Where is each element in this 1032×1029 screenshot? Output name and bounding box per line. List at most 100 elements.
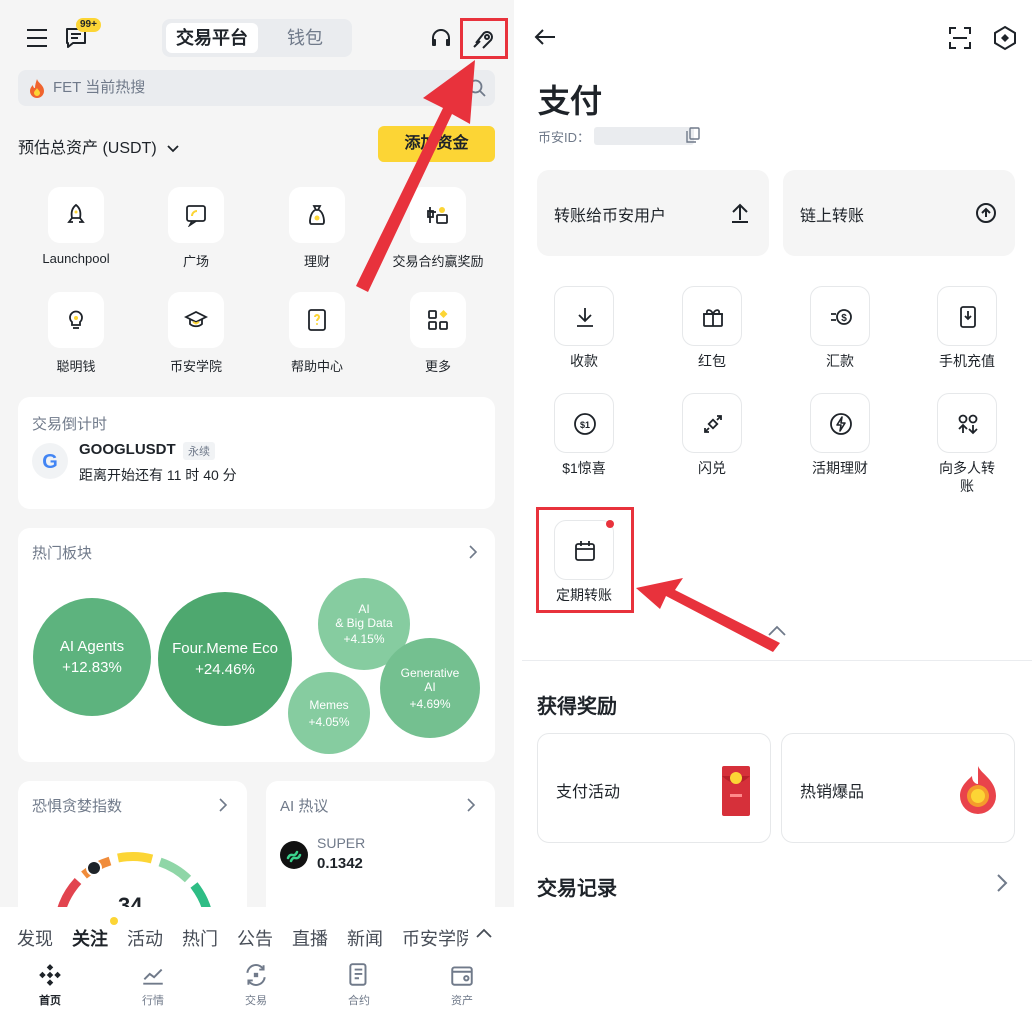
hot-products-card[interactable]: 热销爆品 [781,733,1015,843]
headset-icon[interactable] [430,27,452,49]
more-grid-icon [426,308,450,332]
quick-action-label: 帮助中心 [290,359,343,374]
perpetual-tag: 永续 [183,442,215,460]
copy-icon[interactable] [686,127,700,143]
pay-action-label: 活期理财 [812,460,868,476]
nav-item[interactable]: 合约 [329,962,389,1008]
pay-action-2[interactable] [682,286,742,346]
feed-tab[interactable]: 关注 [72,925,108,951]
pay-action-4[interactable] [937,286,997,346]
nav-label: 合约 [348,995,370,1007]
quick-action-4[interactable] [410,187,466,243]
feed-tab[interactable]: 公告 [237,925,273,951]
pay-action-8[interactable] [937,393,997,453]
pay-action-label: 闪兑 [698,460,726,476]
feed-tab[interactable]: 直播 [292,925,328,951]
hot-sectors-card[interactable]: 热门板块 AI Agents +12.83% Four.Meme Eco +24… [18,528,495,762]
sector-bubble-memes[interactable]: Memes +4.05% [288,672,370,754]
quick-action-1[interactable] [48,187,104,243]
new-dot [606,520,614,528]
following-dot [110,917,118,925]
sector-name-line2: AI [424,679,436,694]
quick-action-label: 币安学院 [169,359,222,374]
pay-action-1[interactable] [554,286,614,346]
platform-tabs: 交易平台 钱包 [162,19,352,57]
wallet-icon [449,962,475,988]
scan-icon[interactable] [948,26,972,50]
left-screen: 99+ 交易平台 钱包 FET 当前热搜 预估总资产 (USDT) 添加资金 L… [0,0,514,1029]
sector-bubble-four-meme[interactable]: Four.Meme Eco +24.46% [158,592,292,726]
quick-action-3[interactable] [289,187,345,243]
transfer-to-user-button[interactable]: 转账给币安用户 [537,170,769,256]
ai-hot-title: AI 热议 [280,798,329,815]
download-icon [573,305,597,329]
chevron-right-icon[interactable] [468,545,478,559]
quick-action-2[interactable] [168,187,224,243]
feed-tab[interactable]: 活动 [127,925,163,951]
sector-change: +4.15% [343,632,385,646]
transfer-to-user-label: 转账给币安用户 [554,208,667,225]
estimated-assets-dropdown[interactable]: 预估总资产 (USDT) [18,134,179,158]
chevron-right-icon[interactable] [996,874,1008,892]
nav-label: 首页 [39,995,61,1007]
fire-coin-icon [958,764,998,814]
remit-icon: $ [829,305,853,329]
quick-action-8[interactable] [410,292,466,348]
sector-change: +4.05% [308,714,350,729]
tab-exchange[interactable]: 交易平台 [166,23,258,53]
feed-tab[interactable]: 币安学院 [402,925,468,951]
pay-action-5[interactable]: $1 [554,393,614,453]
search-icon[interactable] [468,79,486,97]
pay-action-label: $1惊喜 [562,460,606,476]
pay-campaign-card[interactable]: 支付活动 [537,733,771,843]
search-bar[interactable]: FET 当前热搜 [18,70,495,106]
chevron-right-icon[interactable] [218,798,228,812]
nav-item[interactable]: 资产 [432,962,492,1008]
hot-products-label: 热销爆品 [800,784,865,801]
tab-wallet[interactable]: 钱包 [270,23,340,53]
chevron-up-icon[interactable] [476,925,492,938]
binance-pay-icon[interactable] [992,25,1018,51]
section-divider [522,660,1032,661]
rocket-icon [64,203,88,227]
pay-action-6[interactable] [682,393,742,453]
feed-tab[interactable]: 新闻 [347,925,383,951]
add-funds-button[interactable]: 添加资金 [378,126,495,162]
phone-topup-icon [956,305,980,329]
pay-campaign-label: 支付活动 [556,784,621,801]
quick-action-label: 聪明钱 [56,359,96,374]
feed-tab[interactable]: 热门 [182,925,218,951]
fire-icon [28,78,46,98]
quick-action-5[interactable] [48,292,104,348]
nav-item[interactable]: 首页 [20,962,80,1008]
countdown-text: 距离开始还有 11 时 40 分 [79,467,237,483]
trade-icon [243,962,269,988]
svg-text:$: $ [841,313,847,324]
sector-name: Memes [309,697,349,712]
sector-bubble-ai-agents[interactable]: AI Agents +12.83% [33,598,151,716]
feed-tab[interactable]: 发现 [17,925,53,951]
quick-action-7[interactable] [289,292,345,348]
sector-bubble-generative-ai[interactable]: Generative AI +4.69% [380,638,480,738]
onchain-transfer-button[interactable]: 链上转账 [783,170,1015,256]
back-arrow-icon[interactable] [534,28,556,46]
pay-action-3[interactable]: $ [810,286,870,346]
google-logo-icon: G [32,443,68,479]
menu-icon[interactable] [26,28,48,48]
quick-action-6[interactable] [168,292,224,348]
nav-item[interactable]: 行情 [123,962,183,1008]
collapse-chevron-icon[interactable] [768,624,786,636]
dollar-coin-icon: $1 [573,412,597,436]
svg-text:G: G [42,451,58,473]
upload-icon [729,202,751,224]
chevron-right-icon[interactable] [466,798,476,812]
pay-action-label: 红包 [698,353,726,369]
chart-icon [140,962,166,988]
nav-item[interactable]: 交易 [226,962,286,1008]
bottom-section: 发现 关注 活动 热门 公告 直播 新闻 币安学院 首页 行情 交易 合约 资产 [0,907,514,1029]
nav-label: 资产 [451,995,473,1007]
countdown-card[interactable]: 交易倒计时 G GOOGLUSDT 永续 距离开始还有 11 时 40 分 [18,397,495,509]
pay-action-7[interactable] [810,393,870,453]
futures-icon [346,962,372,988]
rewards-title: 获得奖励 [537,696,617,718]
